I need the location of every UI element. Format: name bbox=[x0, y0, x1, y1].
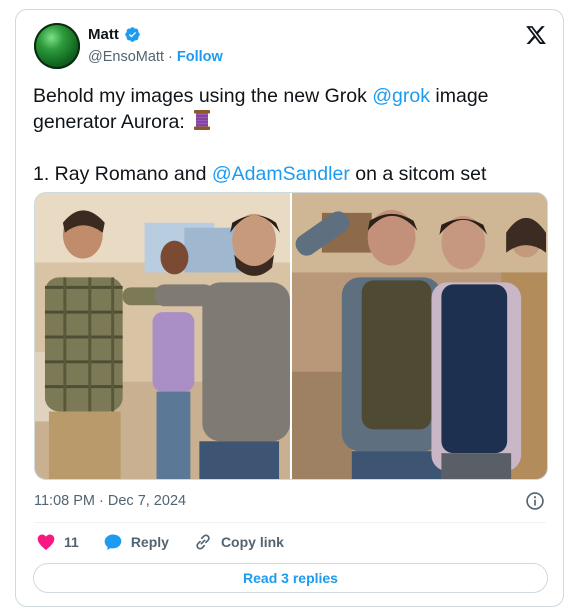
media-image-2[interactable] bbox=[292, 193, 547, 479]
spool-icon bbox=[194, 110, 211, 130]
mention-adamsandler-link[interactable]: @AdamSandler bbox=[212, 163, 350, 185]
timestamp[interactable]: 11:08 PM · Dec 7, 2024 bbox=[34, 493, 186, 509]
tweet-line-1: Behold my images using the new Grok @gro… bbox=[33, 83, 543, 135]
author-handle[interactable]: @EnsoMatt bbox=[88, 49, 164, 65]
author-name-row: Matt bbox=[88, 26, 141, 43]
media-image-1[interactable] bbox=[35, 193, 290, 479]
tweet-text-segment: 1. Ray Romano and bbox=[33, 163, 212, 185]
tweet-blank-line bbox=[33, 135, 543, 161]
heart-icon bbox=[37, 534, 55, 550]
info-icon[interactable] bbox=[525, 491, 545, 511]
copy-link-button[interactable]: Copy link bbox=[193, 532, 284, 552]
media-grid bbox=[34, 192, 548, 480]
author-handle-row: @EnsoMatt · Follow bbox=[88, 49, 223, 65]
action-bar: 11 Reply Copy link bbox=[36, 531, 308, 553]
follow-button[interactable]: Follow bbox=[177, 49, 223, 65]
tweet-text: Behold my images using the new Grok @gro… bbox=[33, 83, 543, 187]
reply-button[interactable]: Reply bbox=[103, 532, 169, 552]
reply-bubble-icon bbox=[104, 534, 122, 550]
copy-link-label: Copy link bbox=[220, 534, 284, 550]
tweet-card: Matt @EnsoMatt · Follow Behold my images… bbox=[15, 9, 564, 607]
read-replies-button[interactable]: Read 3 replies bbox=[33, 563, 548, 593]
tweet-text-segment: on a sitcom set bbox=[349, 163, 487, 185]
link-icon bbox=[196, 534, 210, 550]
mention-grok-link[interactable]: @grok bbox=[372, 85, 430, 107]
like-count: 11 bbox=[64, 534, 79, 550]
verified-icon bbox=[125, 27, 140, 42]
avatar[interactable] bbox=[34, 23, 80, 69]
x-logo-icon[interactable] bbox=[525, 24, 547, 46]
author-name[interactable]: Matt bbox=[88, 26, 119, 43]
tweet-text-segment: Behold my images using the new Grok bbox=[33, 85, 373, 107]
divider bbox=[34, 522, 546, 523]
like-button[interactable]: 11 bbox=[36, 532, 79, 552]
tweet-line-2: 1. Ray Romano and @AdamSandler on a sitc… bbox=[33, 161, 543, 187]
separator-dot: · bbox=[168, 49, 173, 65]
reply-label: Reply bbox=[130, 534, 169, 550]
